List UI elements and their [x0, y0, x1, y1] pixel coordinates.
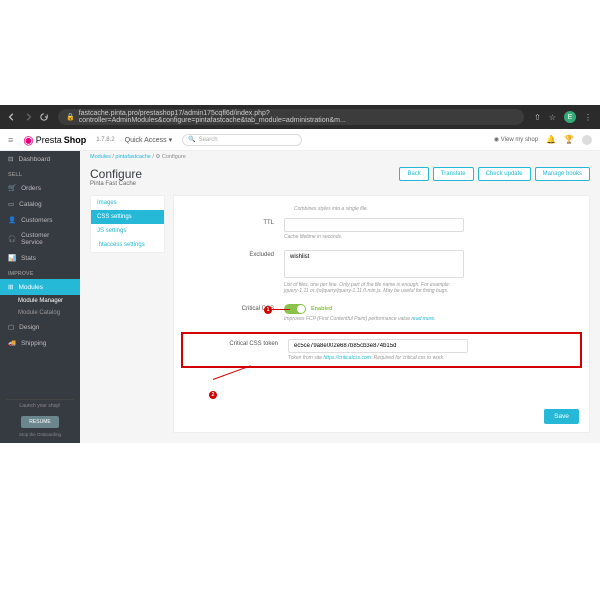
- token-label: Critical CSS token: [188, 339, 288, 361]
- tab-images[interactable]: Images: [91, 196, 164, 210]
- tab-htaccess-settings[interactable]: .htaccess settings: [91, 238, 164, 252]
- sidebar-item-orders[interactable]: 🛒Orders: [0, 180, 80, 196]
- critical-css-help: Improves FCP (First Contentful Paint) pe…: [284, 316, 464, 322]
- stop-onboarding-link[interactable]: Stop the OnBoarding: [6, 432, 74, 437]
- trophy-icon[interactable]: 🏆: [564, 135, 574, 145]
- tab-js-settings[interactable]: JS settings: [91, 224, 164, 238]
- excluded-textarea[interactable]: [284, 250, 464, 278]
- token-link[interactable]: https://criticalcss.com: [323, 355, 371, 361]
- toggle-enabled-label: Enabled: [311, 306, 332, 312]
- manage-hooks-button[interactable]: Manage hooks: [535, 167, 590, 181]
- marker-1: 1: [264, 306, 272, 314]
- crumb-module[interactable]: pintafastcache: [115, 154, 150, 160]
- share-icon[interactable]: ⇧: [534, 113, 541, 122]
- marker-2: 2: [209, 391, 217, 399]
- sidebar-item-customers[interactable]: 👤Customers: [0, 212, 80, 228]
- design-icon: ▢: [8, 323, 14, 331]
- back-button[interactable]: Back: [399, 167, 428, 181]
- customers-icon: 👤: [8, 216, 16, 224]
- back-icon[interactable]: [8, 108, 16, 126]
- reload-icon[interactable]: [40, 108, 48, 126]
- sidebar-heading-sell: SELL: [0, 167, 80, 180]
- quick-access[interactable]: Quick Access ▾: [125, 136, 172, 144]
- sidebar-item-shipping[interactable]: 🚚Shipping: [0, 335, 80, 351]
- sidebar-item-stats[interactable]: 📊Stats: [0, 250, 80, 266]
- page-subtitle: Pinta Fast Cache: [90, 181, 142, 187]
- orders-icon: 🛒: [8, 184, 16, 192]
- excluded-help: List of files, one per line. Only part o…: [284, 282, 464, 294]
- sidebar-sub-module-catalog[interactable]: Module Catalog: [0, 307, 80, 319]
- dashboard-icon: ⊟: [8, 155, 13, 163]
- search-icon: 🔍: [188, 136, 195, 143]
- modules-icon: ⊞: [8, 283, 13, 291]
- browser-right-icons: ⇧ ☆ E ⋮: [534, 111, 592, 123]
- service-icon: 🎧: [8, 235, 16, 243]
- ttl-input[interactable]: [284, 218, 464, 232]
- excluded-label: Excluded: [184, 250, 284, 294]
- sidebar-heading-improve: IMPROVE: [0, 266, 80, 279]
- star-icon[interactable]: ☆: [549, 113, 556, 122]
- crumb-current: Configure: [162, 154, 186, 160]
- settings-tabs: Images CSS settings JS settings .htacces…: [90, 195, 165, 253]
- version-label: 1.7.8.2: [96, 137, 114, 143]
- shipping-icon: 🚚: [8, 339, 16, 347]
- sidebar-item-modules[interactable]: ⊞Modules: [0, 279, 80, 295]
- sidebar-item-dashboard[interactable]: ⊟Dashboard: [0, 151, 80, 167]
- ttl-label: TTL: [184, 218, 284, 240]
- sidebar-item-design[interactable]: ▢Design: [0, 319, 80, 335]
- menu-toggle-icon[interactable]: ≡: [8, 135, 13, 145]
- page-title: Configure: [90, 167, 142, 181]
- forward-icon[interactable]: [24, 108, 32, 126]
- browser-avatar[interactable]: E: [564, 111, 576, 123]
- search-input[interactable]: 🔍 Search: [182, 134, 302, 146]
- browser-chrome-bar: 🔒 fastcache.pinta.pro/prestashop17/admin…: [0, 105, 600, 129]
- user-avatar-icon[interactable]: [582, 135, 592, 145]
- stats-icon: 📊: [8, 254, 16, 262]
- menu-icon[interactable]: ⋮: [584, 113, 592, 122]
- translate-button[interactable]: Translate: [433, 167, 474, 181]
- highlight-annotation: Critical CSS token Token from site https…: [181, 332, 582, 368]
- admin-topbar: ≡ ◉ PrestaShop 1.7.8.2 Quick Access ▾ 🔍 …: [0, 129, 600, 151]
- crumb-modules[interactable]: Modules: [90, 154, 111, 160]
- token-input[interactable]: [288, 339, 468, 353]
- read-more-link[interactable]: read more: [411, 316, 434, 322]
- url-text: fastcache.pinta.pro/prestashop17/admin17…: [79, 110, 516, 124]
- sidebar-sub-module-manager[interactable]: Module Manager: [0, 295, 80, 307]
- catalog-icon: ▭: [8, 200, 14, 208]
- launch-label: Launch your shop!: [6, 399, 74, 412]
- token-help: Token from site https://criticalcss.com.…: [288, 355, 468, 361]
- admin-sidebar: ⊟Dashboard SELL 🛒Orders ▭Catalog 👤Custom…: [0, 151, 80, 443]
- view-shop-link[interactable]: ◉ View my shop: [494, 136, 538, 143]
- marker-1-line: [272, 309, 290, 310]
- breadcrumb: Modules / pintafastcache / ⚙ Configure: [80, 151, 600, 163]
- check-update-button[interactable]: Check update: [478, 167, 531, 181]
- form-panel: Combines styles into a single file. TTL …: [173, 195, 590, 433]
- sidebar-item-catalog[interactable]: ▭Catalog: [0, 196, 80, 212]
- url-bar[interactable]: 🔒 fastcache.pinta.pro/prestashop17/admin…: [58, 109, 524, 125]
- combine-help: Combines styles into a single file.: [294, 206, 474, 212]
- tab-css-settings[interactable]: CSS settings: [91, 210, 164, 224]
- browser-nav: [8, 108, 48, 126]
- lock-icon: 🔒: [66, 113, 75, 121]
- logo[interactable]: ◉ PrestaShop: [23, 133, 86, 147]
- sidebar-item-customer-service[interactable]: 🎧Customer Service: [0, 228, 80, 250]
- save-button[interactable]: Save: [544, 409, 579, 424]
- logo-icon: ◉: [23, 133, 33, 147]
- bell-icon[interactable]: 🔔: [546, 135, 556, 145]
- content-area: Modules / pintafastcache / ⚙ Configure C…: [80, 151, 600, 443]
- resume-button[interactable]: RESUME: [21, 416, 58, 428]
- ttl-help: Cache lifetime in seconds.: [284, 234, 464, 240]
